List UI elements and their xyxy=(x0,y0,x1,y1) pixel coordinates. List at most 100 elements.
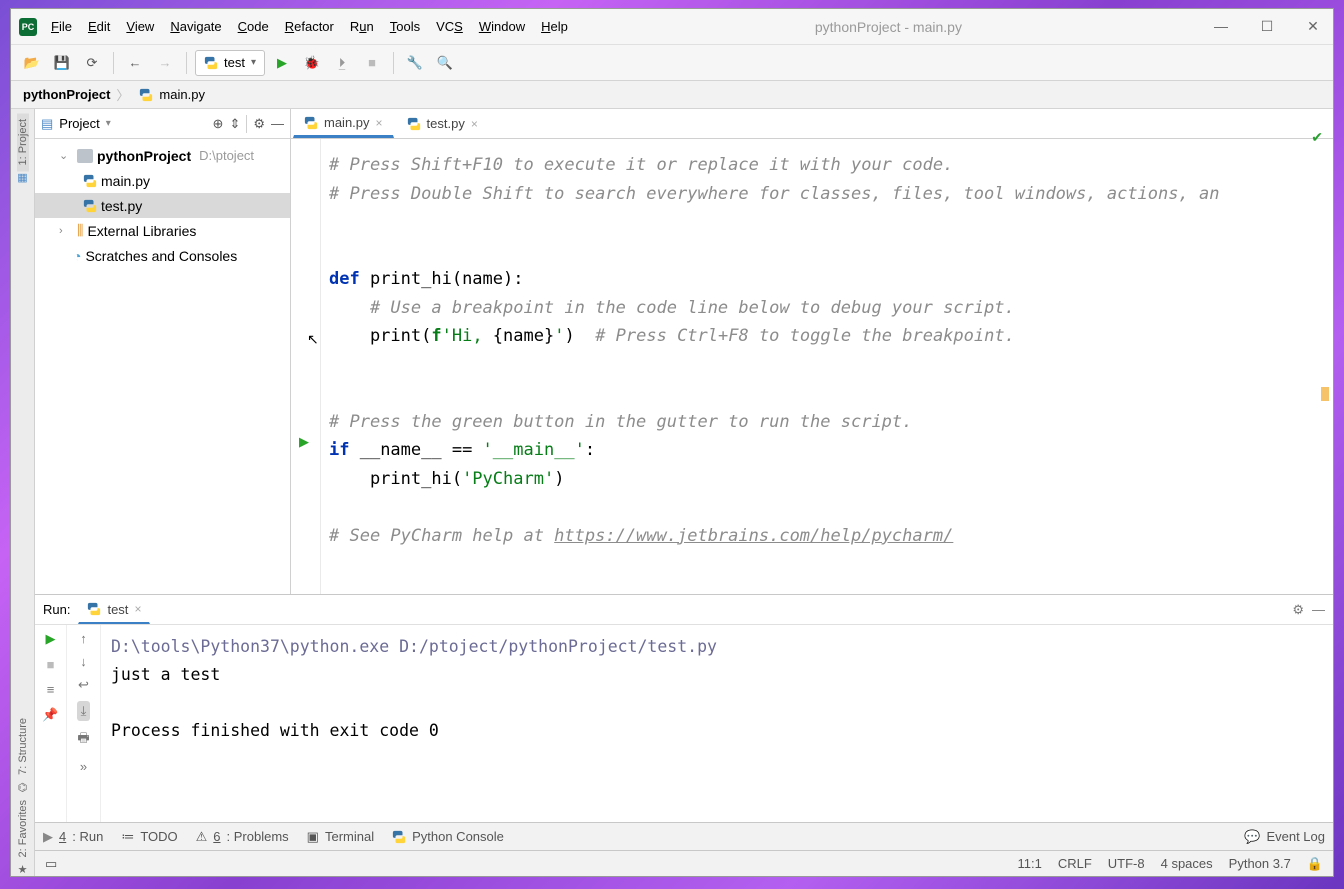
gear-icon[interactable]: ⚙ xyxy=(1292,602,1304,618)
status-bar-widget-icon[interactable]: ▭ xyxy=(45,856,57,872)
layout-icon[interactable]: ≡ xyxy=(47,682,55,697)
code-editor[interactable]: ▶ # Press Shift+F10 to execute it or rep… xyxy=(291,139,1333,594)
tab-structure-tool[interactable]: 7: Structure xyxy=(17,712,29,781)
run-icon[interactable]: ▶ xyxy=(269,50,295,76)
status-indent[interactable]: 4 spaces xyxy=(1161,856,1213,871)
run-output-line: just a test xyxy=(111,665,220,684)
menu-tools[interactable]: Tools xyxy=(390,19,420,34)
tab-project-tool[interactable]: 1: Project xyxy=(17,113,29,171)
close-button[interactable]: ✕ xyxy=(1301,18,1325,35)
status-line-separator[interactable]: CRLF xyxy=(1058,856,1092,871)
menu-help[interactable]: Help xyxy=(541,19,568,34)
coverage-icon[interactable]: ⏵̲ xyxy=(329,50,355,76)
menu-edit[interactable]: Edit xyxy=(88,19,110,34)
settings-icon[interactable]: 🔧 xyxy=(402,50,428,76)
run-output-line: Process finished with exit code 0 xyxy=(111,721,439,740)
python-icon xyxy=(407,117,421,131)
forward-icon[interactable]: → xyxy=(152,50,178,76)
status-interpreter[interactable]: Python 3.7 xyxy=(1229,856,1291,871)
code-line: # Press Double Shift to search everywher… xyxy=(329,184,1219,204)
run-icon: ▶ xyxy=(43,829,53,845)
close-tab-icon[interactable]: × xyxy=(471,117,478,131)
open-icon[interactable]: 📂 xyxy=(19,50,45,76)
project-panel-title[interactable]: Project xyxy=(59,116,99,131)
search-icon[interactable]: 🔍 xyxy=(432,50,458,76)
tab-todo-tool[interactable]: ≔ TODO xyxy=(121,829,177,845)
status-encoding[interactable]: UTF-8 xyxy=(1108,856,1145,871)
breadcrumb-file[interactable]: main.py xyxy=(159,87,205,102)
save-all-icon[interactable]: 💾 xyxy=(49,50,75,76)
python-icon xyxy=(139,88,153,102)
run-config-selector[interactable]: test ▾ xyxy=(195,50,265,76)
tab-problems-tool[interactable]: ⚠ 6: Problems xyxy=(196,829,289,845)
tab-favorites-tool[interactable]: 2: Favorites xyxy=(17,794,29,863)
menu-refactor[interactable]: Refactor xyxy=(285,19,334,34)
more-icon[interactable]: » xyxy=(80,759,87,774)
tree-external-libs[interactable]: › ⫼ External Libraries xyxy=(35,218,290,243)
tree-scratches[interactable]: ◔ Scratches and Consoles xyxy=(35,243,290,268)
menu-navigate[interactable]: Navigate xyxy=(170,19,221,34)
project-tool-window: ▤ Project ▾ ⊕ ⇕ ⚙ — ⌄ py xyxy=(35,109,291,594)
menu-code[interactable]: Code xyxy=(238,19,269,34)
up-icon[interactable]: ↑ xyxy=(80,631,87,646)
tab-test-py[interactable]: test.py × xyxy=(396,109,489,138)
close-tab-icon[interactable]: × xyxy=(134,602,141,616)
code-token: '__main__' xyxy=(483,440,585,460)
run-gutter-icon[interactable]: ▶ xyxy=(299,434,309,450)
hide-panel-icon[interactable]: — xyxy=(1312,602,1325,617)
tree-root-label: pythonProject xyxy=(97,148,191,164)
down-icon[interactable]: ↓ xyxy=(80,654,87,669)
run-tab-test[interactable]: test × xyxy=(78,596,150,624)
tree-root[interactable]: ⌄ pythonProject D:\ptoject xyxy=(35,143,290,168)
scroll-to-end-icon[interactable]: ⤓ xyxy=(77,701,91,721)
rerun-icon[interactable]: ▶ xyxy=(46,631,56,647)
code-token: print( xyxy=(329,326,431,346)
code-line: # Use a breakpoint in the code line belo… xyxy=(329,298,1015,318)
lock-icon[interactable]: 🔒 xyxy=(1307,856,1323,872)
chevron-down-icon[interactable]: ▾ xyxy=(106,118,111,129)
tree-file-test[interactable]: test.py xyxy=(35,193,290,218)
run-output[interactable]: D:\tools\Python37\python.exe D:/ptoject/… xyxy=(101,625,1333,822)
sync-icon[interactable]: ⟳ xyxy=(79,50,105,76)
menu-window[interactable]: Window xyxy=(479,19,525,34)
code-token: f xyxy=(431,326,441,346)
code-token: ) xyxy=(564,326,574,346)
minimize-button[interactable]: — xyxy=(1209,18,1233,35)
editor-gutter[interactable]: ▶ xyxy=(291,139,321,594)
soft-wrap-icon[interactable]: ↩ xyxy=(78,677,89,693)
debug-icon[interactable]: 🐞 xyxy=(299,50,325,76)
terminal-icon: ▣ xyxy=(307,829,319,845)
hide-panel-icon[interactable]: — xyxy=(271,116,284,131)
collapse-icon[interactable]: ⇕ xyxy=(229,116,240,132)
tree-file-main[interactable]: main.py xyxy=(35,168,290,193)
close-tab-icon[interactable]: × xyxy=(376,116,383,130)
tab-python-console-tool[interactable]: Python Console xyxy=(392,829,504,844)
tab-event-log-tool[interactable]: 💬 Event Log xyxy=(1244,829,1325,845)
run-output-toolbar: ↑ ↓ ↩ ⤓ 🖶 » xyxy=(67,625,101,822)
structure-tool-icon: ⌬ xyxy=(18,781,28,794)
tab-run-tool[interactable]: ▶ 4: Run xyxy=(43,829,103,845)
menu-file[interactable]: File xyxy=(51,19,72,34)
menu-view[interactable]: View xyxy=(126,19,154,34)
tab-main-py[interactable]: main.py × xyxy=(293,109,394,138)
todo-icon: ≔ xyxy=(121,829,134,845)
status-caret-pos[interactable]: 11:1 xyxy=(1017,856,1041,871)
stop-icon[interactable]: ■ xyxy=(359,50,385,76)
gear-icon[interactable]: ⚙ xyxy=(253,116,265,132)
code-token: ' xyxy=(554,326,564,346)
menu-run[interactable]: Run xyxy=(350,19,374,34)
folder-icon xyxy=(77,149,93,163)
menu-vcs[interactable]: VCS xyxy=(436,19,463,34)
pin-icon[interactable]: 📌 xyxy=(42,707,58,723)
locate-icon[interactable]: ⊕ xyxy=(213,116,224,132)
ide-window: PC File Edit View Navigate Code Refactor… xyxy=(10,8,1334,877)
tab-terminal-tool[interactable]: ▣ Terminal xyxy=(307,829,374,845)
stop-icon[interactable]: ■ xyxy=(47,657,55,672)
python-icon xyxy=(83,199,97,213)
print-icon[interactable]: 🖶 xyxy=(77,729,89,751)
breadcrumb-root[interactable]: pythonProject xyxy=(23,87,110,102)
run-tab-label: test xyxy=(107,602,128,617)
back-icon[interactable]: ← xyxy=(122,50,148,76)
maximize-button[interactable]: ☐ xyxy=(1255,18,1279,35)
scrollbar-marker xyxy=(1321,387,1329,401)
